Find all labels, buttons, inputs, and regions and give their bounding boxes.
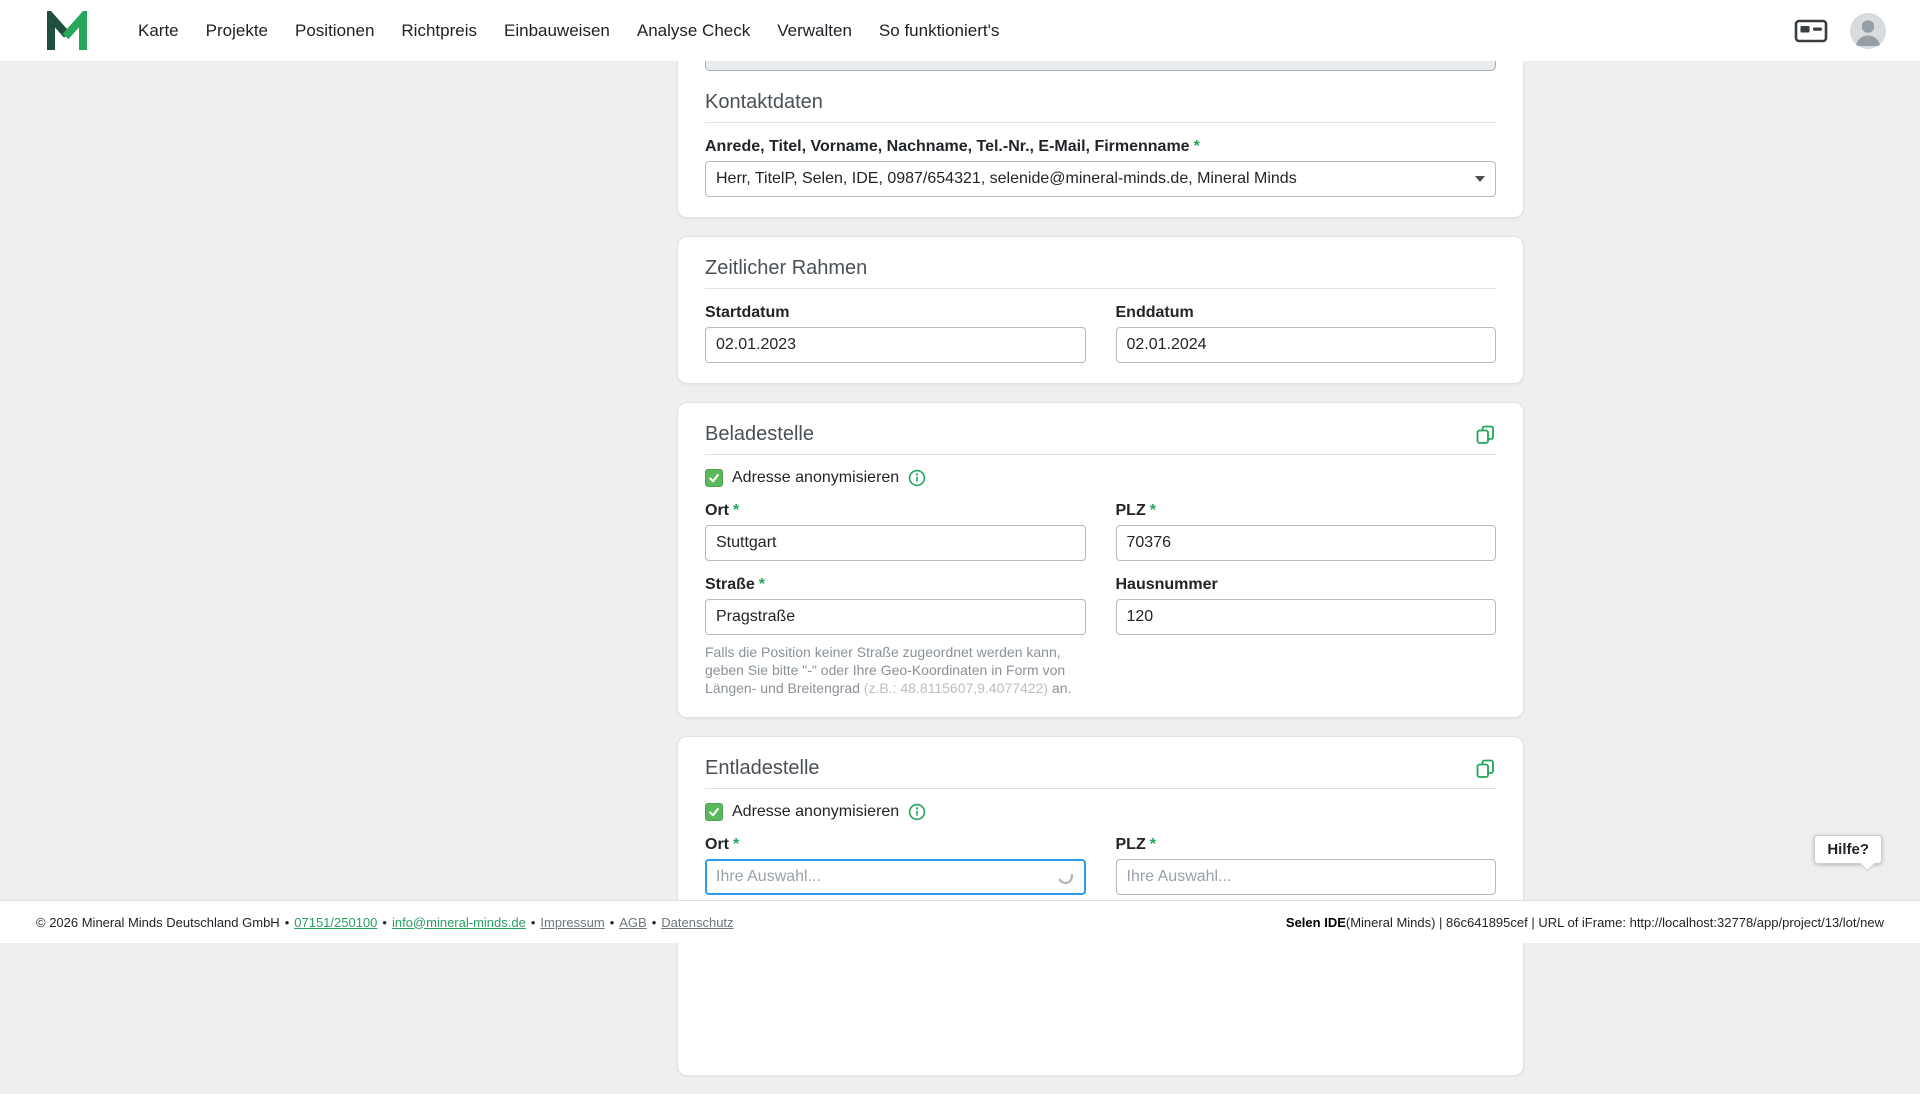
logo[interactable]: [44, 11, 90, 51]
footer-datenschutz-link[interactable]: Datenschutz: [661, 915, 733, 930]
help-button[interactable]: Hilfe?: [1814, 835, 1882, 864]
contact-field-label: Anrede, Titel, Vorname, Nachname, Tel.-N…: [705, 137, 1496, 156]
divider: [705, 788, 1496, 789]
belade-ort-input[interactable]: [705, 525, 1086, 561]
entlade-ort-label: Ort*: [705, 835, 1086, 854]
anonymize-label: Adresse anonymisieren: [732, 469, 899, 487]
copy-icon[interactable]: [1475, 424, 1496, 445]
env-name: Selen IDE: [1286, 915, 1346, 930]
belade-strasse-label-text: Straße: [705, 576, 755, 593]
belade-strasse-label: Straße*: [705, 575, 1086, 594]
nav-item-analyse-check[interactable]: Analyse Check: [637, 21, 750, 41]
belade-plz-input[interactable]: [1116, 525, 1497, 561]
contact-heading: Kontaktdaten: [705, 91, 1496, 114]
strasse-help-text: Falls die Position keiner Straße zugeord…: [705, 643, 1086, 697]
belade-plz-label: PLZ*: [1116, 501, 1497, 520]
belade-ort-label-text: Ort: [705, 502, 729, 519]
belade-hausnummer-field: Hausnummer: [1116, 575, 1497, 697]
timeframe-heading: Zeitlicher Rahmen: [705, 257, 1496, 280]
nav-item-karte[interactable]: Karte: [138, 21, 179, 41]
belade-plz-field: PLZ*: [1116, 501, 1497, 561]
footer-separator: •: [382, 915, 387, 930]
anonymize-row: Adresse anonymisieren: [705, 803, 1496, 821]
footer-separator: •: [652, 915, 657, 930]
startdatum-label: Startdatum: [705, 303, 1086, 322]
info-icon[interactable]: [908, 469, 926, 487]
chevron-down-icon: [1475, 176, 1485, 182]
strasse-help-suffix: an.: [1048, 680, 1071, 696]
env-details: (Mineral Minds) | 86c641895cef | URL of …: [1346, 915, 1884, 930]
divider: [705, 122, 1496, 123]
entlade-plz-input[interactable]: [1116, 859, 1497, 895]
entlade-plz-label-text: PLZ: [1116, 836, 1146, 853]
nav-item-einbauweisen[interactable]: Einbauweisen: [504, 21, 610, 41]
entlade-plz-field: PLZ*: [1116, 835, 1497, 895]
belade-hausnummer-label: Hausnummer: [1116, 575, 1497, 594]
terminal-icon[interactable]: [1794, 19, 1828, 43]
nav-item-projekte[interactable]: Projekte: [206, 21, 268, 41]
copyright-text: © 2026 Mineral Minds Deutschland GmbH: [36, 915, 280, 930]
required-mark: *: [1150, 836, 1156, 853]
beladestelle-card: Beladestelle Adresse anonymisieren: [677, 402, 1524, 718]
user-icon: [1850, 13, 1886, 49]
logo-icon: [44, 11, 90, 51]
belade-ort-label: Ort*: [705, 501, 1086, 520]
anonymize-row: Adresse anonymisieren: [705, 469, 1496, 487]
strasse-help-example: (z.B.: 48.8115607,9.4077422): [864, 680, 1048, 696]
entlade-ort-input[interactable]: [705, 859, 1086, 895]
divider: [705, 454, 1496, 455]
entlade-ort-label-text: Ort: [705, 836, 729, 853]
anonymize-checkbox[interactable]: [705, 803, 723, 821]
anonymize-checkbox[interactable]: [705, 469, 723, 487]
enddatum-input[interactable]: [1116, 327, 1497, 363]
footer-env-info: Selen IDE (Mineral Minds) | 86c641895cef…: [1286, 915, 1884, 930]
required-mark: *: [759, 576, 765, 593]
footer-email-link[interactable]: info@mineral-minds.de: [392, 915, 526, 930]
beladestelle-heading: Beladestelle: [705, 423, 814, 446]
nav-item-richtpreis[interactable]: Richtpreis: [401, 21, 477, 41]
enddatum-field: Enddatum: [1116, 303, 1497, 363]
nav-item-positionen[interactable]: Positionen: [295, 21, 374, 41]
entladestelle-heading: Entladestelle: [705, 757, 820, 780]
belade-strasse-input[interactable]: [705, 599, 1086, 635]
contact-select-value: Herr, TitelP, Selen, IDE, 0987/654321, s…: [716, 170, 1297, 188]
footer-phone-link[interactable]: 07151/250100: [294, 915, 377, 930]
required-mark: *: [1150, 502, 1156, 519]
belade-hausnummer-input[interactable]: [1116, 599, 1497, 635]
footer: © 2026 Mineral Minds Deutschland GmbH • …: [0, 900, 1920, 943]
belade-ort-field: Ort*: [705, 501, 1086, 561]
required-mark: *: [1194, 138, 1200, 155]
contact-field-label-text: Anrede, Titel, Vorname, Nachname, Tel.-N…: [705, 138, 1190, 155]
divider: [705, 288, 1496, 289]
nav-item-verwalten[interactable]: Verwalten: [777, 21, 852, 41]
footer-agb-link[interactable]: AGB: [619, 915, 646, 930]
enddatum-label: Enddatum: [1116, 303, 1497, 322]
copy-icon[interactable]: [1475, 758, 1496, 779]
footer-separator: •: [285, 915, 290, 930]
footer-separator: •: [610, 915, 615, 930]
anonymize-label: Adresse anonymisieren: [732, 803, 899, 821]
footer-left: © 2026 Mineral Minds Deutschland GmbH • …: [36, 915, 734, 930]
info-icon[interactable]: [908, 803, 926, 821]
check-icon: [708, 806, 720, 818]
timeframe-card: Zeitlicher Rahmen Startdatum Enddatum: [677, 236, 1524, 384]
navbar-right: [1794, 13, 1886, 49]
belade-plz-label-text: PLZ: [1116, 502, 1146, 519]
belade-strasse-field: Straße* Falls die Position keiner Straße…: [705, 575, 1086, 697]
startdatum-field: Startdatum: [705, 303, 1086, 363]
nav-item-so-funktionierts[interactable]: So funktioniert's: [879, 21, 999, 41]
entlade-plz-label: PLZ*: [1116, 835, 1497, 854]
footer-separator: •: [531, 915, 536, 930]
avatar[interactable]: [1850, 13, 1886, 49]
footer-impressum-link[interactable]: Impressum: [540, 915, 604, 930]
contact-field: Anrede, Titel, Vorname, Nachname, Tel.-N…: [705, 137, 1496, 197]
startdatum-input[interactable]: [705, 327, 1086, 363]
check-icon: [708, 472, 720, 484]
required-mark: *: [733, 502, 739, 519]
contact-select[interactable]: Herr, TitelP, Selen, IDE, 0987/654321, s…: [705, 161, 1496, 197]
required-mark: *: [733, 836, 739, 853]
main-menu: Karte Projekte Positionen Richtpreis Ein…: [138, 21, 999, 41]
entlade-ort-field: Ort*: [705, 835, 1086, 895]
top-navbar: Karte Projekte Positionen Richtpreis Ein…: [0, 0, 1920, 61]
